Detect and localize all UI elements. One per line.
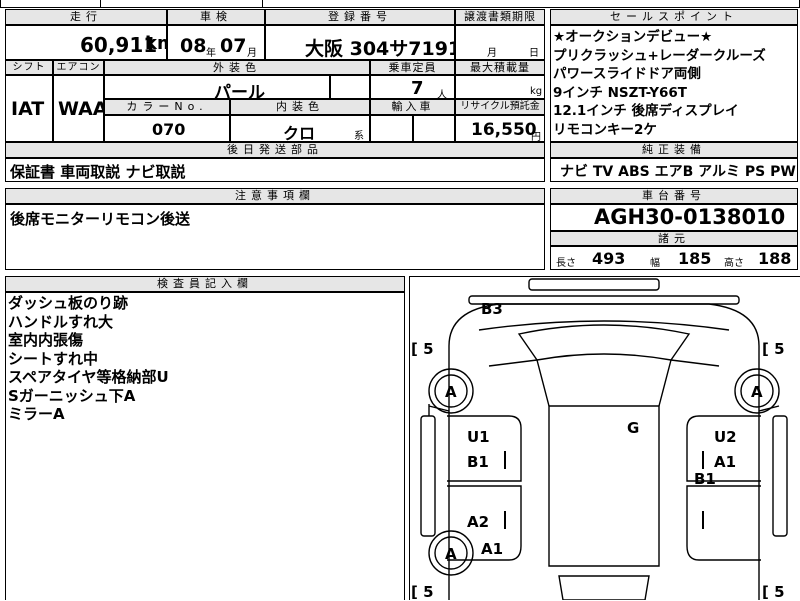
windshield <box>517 324 691 361</box>
sales-point-line: パワースライドドア両側 <box>553 66 701 82</box>
chassis-no-header: 車台番号 <box>550 188 798 204</box>
inspection-year-unit: 年 <box>206 48 216 59</box>
inspector-note: スペアタイヤ等格納部U <box>8 368 169 386</box>
aircon-value: WAA <box>58 98 108 120</box>
max-load-unit: kg <box>530 86 543 97</box>
spec-length-value: 493 <box>592 249 626 268</box>
transfer-deadline-header: 譲渡書類期限 <box>455 9 545 25</box>
label-tire-tr: [ 5 <box>762 340 785 358</box>
inspector-note: 室内内張傷 <box>8 331 84 349</box>
recycle-fee-value: 16,550 <box>471 120 537 140</box>
genuine-equipment-header: 純正装備 <box>550 142 798 158</box>
specs-header: 諸元 <box>550 231 798 246</box>
label-b1-right: B1 <box>694 470 716 488</box>
color-no-value: 070 <box>152 120 186 139</box>
front-door-left <box>447 415 522 482</box>
cabin-left <box>488 359 720 367</box>
label-a-rear-left: A <box>445 545 457 563</box>
tread-marker <box>702 511 704 529</box>
label-b1-left: B1 <box>467 453 489 471</box>
sales-point-line: プリクラッシュ+レーダークルーズ <box>553 47 766 64</box>
exterior-color-cell-right <box>330 75 370 99</box>
label-a-front-right: A <box>751 383 763 401</box>
inspector-note: Sガーニッシュ下A <box>8 386 136 405</box>
recycle-fee-header: リサイクル預託金 <box>455 99 545 115</box>
inspection-month-unit: 月 <box>247 48 257 59</box>
inspection-header: 車検 <box>167 9 265 25</box>
notes-value: 後席モニターリモコン後送 <box>10 210 191 228</box>
label-tire-br: [ 5 <box>762 583 785 601</box>
tread-marker <box>702 451 704 469</box>
capacity-header: 乗車定員 <box>370 60 455 75</box>
inspector-note: ダッシュ板のり跡 <box>8 294 129 312</box>
deferred-parts-value: 保証書 車両取説 ナビ取説 <box>10 163 186 181</box>
inspector-notes-lines: ダッシュ板のり跡 ハンドルすれ大 室内内張傷 シートすれ中 スペアタイヤ等格納部… <box>8 294 169 424</box>
label-a1-right: A1 <box>714 453 737 471</box>
inspector-notes-header: 検査員記入欄 <box>5 276 405 292</box>
label-g: G <box>627 419 640 437</box>
inspector-note: ミラーA <box>8 405 65 423</box>
genuine-equipment-value: ナビ TV ABS エアB アルミ PS PW <box>560 164 796 180</box>
roof <box>548 405 660 567</box>
registration-value: 大阪 304サ7191 <box>305 38 462 60</box>
top-partial-divider-1 <box>100 0 101 8</box>
aircon-header: エアコン <box>53 60 104 75</box>
mileage-header: 走行 <box>5 9 167 25</box>
label-u1: U1 <box>467 428 490 446</box>
sales-point-lines: ★オークションデビュー★ プリクラッシュ+レーダークルーズ パワースライドドア両… <box>553 28 797 139</box>
sales-point-line: 9インチ NSZT-Y66T <box>553 84 688 101</box>
sales-point-header: セールスポイント <box>550 9 798 25</box>
top-partial-row <box>0 0 800 8</box>
shift-header: シフト <box>5 60 53 75</box>
inspection-month: 07 <box>220 35 247 57</box>
import-car-header: 輸入車 <box>370 99 455 115</box>
label-a-front-left: A <box>445 383 457 401</box>
top-partial-divider-2 <box>262 0 263 8</box>
tread-marker <box>504 511 506 529</box>
label-a2-left: A2 <box>467 513 490 531</box>
shift-value: IAT <box>11 98 45 120</box>
sales-point-line: リモコンキー2ケ <box>553 121 657 138</box>
sales-point-line: ★オークションデビュー★ <box>553 29 713 45</box>
spec-height-value: 188 <box>758 249 792 268</box>
capacity-value: 7 <box>411 78 424 99</box>
color-no-header: カラーNo. <box>104 99 230 115</box>
inspector-note: ハンドルすれ大 <box>8 312 114 331</box>
inspection-year: 08 <box>180 35 207 57</box>
transfer-month-unit: 月 <box>487 48 497 59</box>
max-load-header: 最大積載量 <box>455 60 545 75</box>
rear-window <box>558 575 650 600</box>
front-lip <box>468 295 740 305</box>
import-car-cell-left <box>370 115 413 142</box>
label-tire-bl: [ 5 <box>411 583 434 601</box>
sales-point-line: 12.1インチ 後席ディスプレイ <box>553 103 739 119</box>
chassis-no-value: AGH30-0138010 <box>594 205 786 229</box>
spec-length-label: 長さ <box>556 258 576 269</box>
exterior-color-header: 外装色 <box>104 60 370 75</box>
import-car-cell-right <box>413 115 455 142</box>
notes-header: 注意事項欄 <box>5 188 545 204</box>
label-tire-tl: [ 5 <box>411 340 434 358</box>
interior-color-suffix: 系 <box>354 131 364 142</box>
roof-front <box>536 359 672 407</box>
side-strip-left <box>420 415 436 537</box>
deferred-parts-header: 後日発送部品 <box>5 142 545 158</box>
inspector-note: シートすれ中 <box>8 349 99 368</box>
registration-header: 登録番号 <box>265 9 455 25</box>
spec-height-label: 高さ <box>724 258 744 269</box>
recycle-fee-unit: 円 <box>531 132 541 143</box>
side-strip-right <box>772 415 788 537</box>
front-bumper <box>528 278 660 291</box>
label-b3: B3 <box>481 300 503 318</box>
label-u2: U2 <box>714 428 737 446</box>
label-a1-left: A1 <box>481 540 504 558</box>
interior-color-header: 内装色 <box>230 99 370 115</box>
spec-width-label: 幅 <box>650 258 660 269</box>
tread-marker <box>504 451 506 469</box>
spec-width-value: 185 <box>678 249 712 268</box>
rear-door-right <box>686 485 761 561</box>
interior-color-value: クロ <box>283 124 316 143</box>
transfer-day-unit: 日 <box>529 48 539 59</box>
